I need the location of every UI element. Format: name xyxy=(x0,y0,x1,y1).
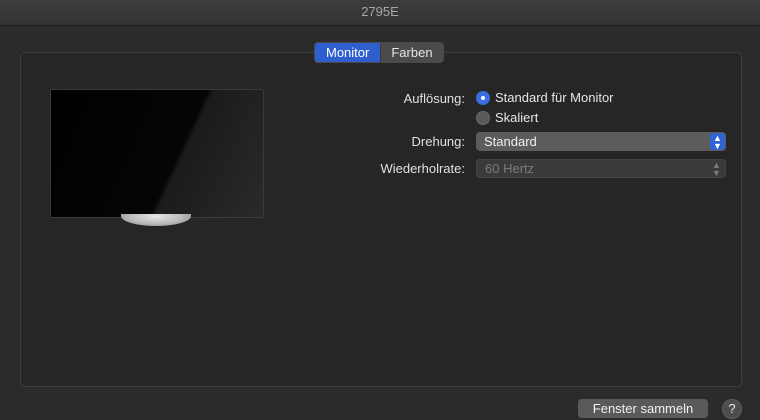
gather-windows-button[interactable]: Fenster sammeln xyxy=(578,399,708,418)
rotation-select[interactable]: Standard ▲ ▼ xyxy=(476,132,726,151)
tab-bar: Monitor Farben xyxy=(314,42,444,63)
tab-monitor[interactable]: Monitor xyxy=(315,43,381,62)
refresh-rate-label: Wiederholrate: xyxy=(380,161,465,176)
resolution-option-scaled[interactable]: Skaliert xyxy=(476,110,538,125)
chevron-up-down-icon: ▲ ▼ xyxy=(710,133,725,150)
tab-farben[interactable]: Farben xyxy=(380,43,443,62)
refresh-rate-select[interactable]: 60 Hertz ▲ ▼ xyxy=(476,159,726,178)
resolution-option-scaled-label: Skaliert xyxy=(495,110,539,125)
resolution-option-default-label: Standard für Monitor xyxy=(495,90,614,105)
monitor-image xyxy=(50,89,264,218)
radio-selected-icon[interactable] xyxy=(476,90,490,105)
chevron-up-down-icon: ▲ ▼ xyxy=(712,159,721,178)
refresh-rate-select-value: 60 Hertz xyxy=(485,161,535,176)
rotation-select-value: Standard xyxy=(484,134,537,149)
resolution-label: Auflösung: xyxy=(403,91,465,106)
help-button[interactable]: ? xyxy=(722,399,742,419)
window-title: 2795E xyxy=(0,0,760,26)
radio-unselected-icon[interactable] xyxy=(476,110,490,125)
rotation-label: Drehung: xyxy=(411,134,465,149)
resolution-option-default[interactable]: Standard für Monitor xyxy=(476,90,614,105)
